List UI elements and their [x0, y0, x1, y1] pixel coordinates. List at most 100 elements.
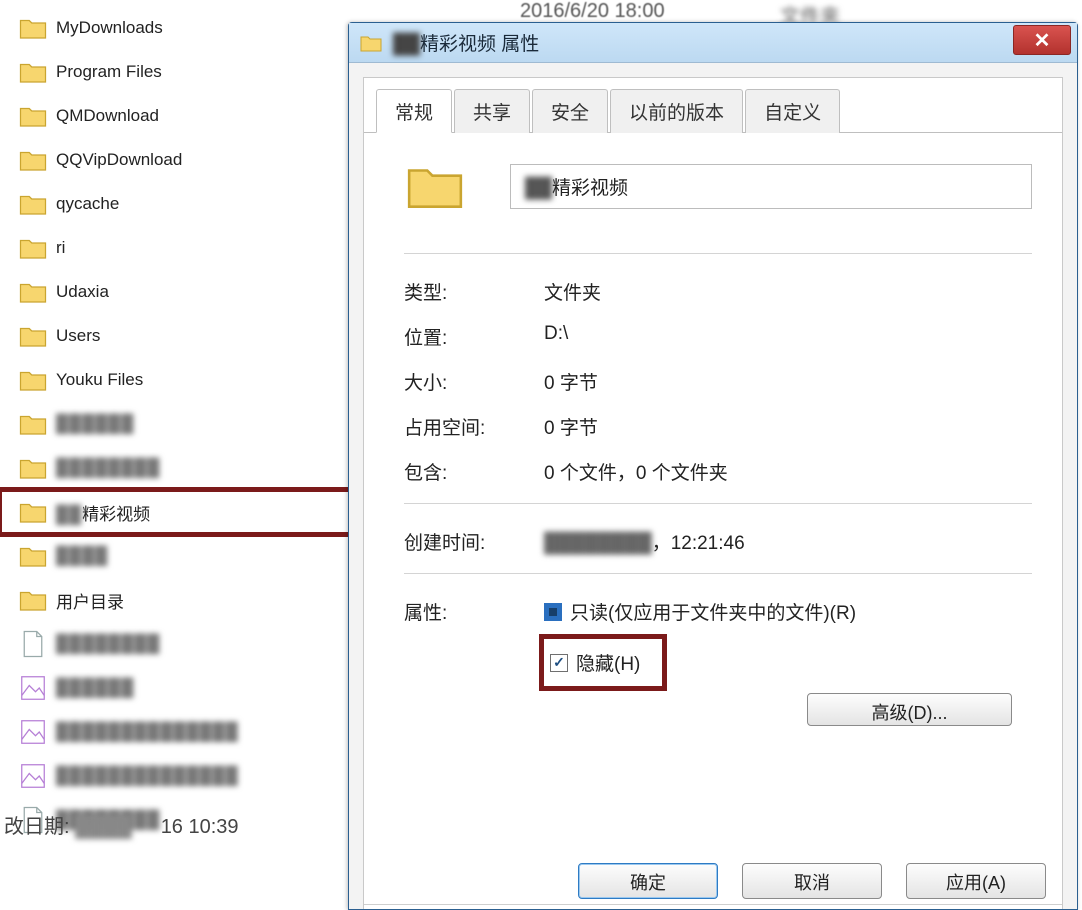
folder-list-item[interactable]: QQVipDownload	[0, 138, 350, 182]
folder-list-item[interactable]: ████	[0, 534, 350, 578]
separator	[404, 573, 1032, 574]
contains-value: 0 个文件，0 个文件夹	[544, 458, 728, 485]
folder-list-label: ████████	[56, 634, 160, 654]
dialog-titlebar[interactable]: ██精彩视频 属性 ✕	[349, 23, 1077, 63]
separator	[404, 253, 1032, 254]
image-icon	[18, 717, 48, 747]
folder-list-item[interactable]: ██████████████	[0, 754, 350, 798]
folder-list-label: MyDownloads	[56, 18, 163, 38]
folder-list-item[interactable]: qycache	[0, 182, 350, 226]
location-label: 位置:	[404, 323, 544, 350]
folder-icon	[18, 585, 48, 615]
status-bar: 改日期: ████ 16 10:39	[0, 810, 239, 839]
folder-list-item[interactable]: ████████	[0, 622, 350, 666]
folder-icon	[18, 453, 48, 483]
folder-icon	[18, 101, 48, 131]
created-label: 创建时间:	[404, 528, 544, 555]
folder-list-item[interactable]: ████████	[0, 446, 350, 490]
folder-list-item[interactable]: MyDownloads	[0, 6, 350, 50]
readonly-label: 只读(仅应用于文件夹中的文件)(R)	[570, 598, 856, 625]
folder-icon	[18, 541, 48, 571]
folder-icon	[18, 57, 48, 87]
folder-name-input[interactable]: ██精彩视频	[510, 164, 1032, 209]
tab-2[interactable]: 安全	[532, 89, 608, 133]
hidden-checkbox-highlight: 隐藏(H)	[544, 639, 662, 686]
folder-icon	[359, 31, 383, 55]
dialog-title: ██精彩视频 属性	[393, 29, 539, 56]
advanced-button[interactable]: 高级(D)...	[807, 693, 1012, 726]
folder-list-label: QQVipDownload	[56, 150, 182, 170]
folder-list-item[interactable]: Youku Files	[0, 358, 350, 402]
status-blur: ████	[75, 816, 155, 839]
folder-icon	[18, 497, 48, 527]
folder-list-item[interactable]: Users	[0, 314, 350, 358]
contains-label: 包含:	[404, 458, 544, 485]
folder-list-label: qycache	[56, 194, 119, 214]
location-value: D:\	[544, 323, 568, 350]
folder-list-label: Users	[56, 326, 100, 346]
properties-dialog: ██精彩视频 属性 ✕ 常规共享安全以前的版本自定义 ██精彩视频 类型:文件夹…	[348, 22, 1078, 910]
background-date-hint: 2016/6/20 18:00	[520, 0, 665, 23]
separator	[404, 503, 1032, 504]
folder-list-item[interactable]: QMDownload	[0, 94, 350, 138]
folder-list-label: Program Files	[56, 62, 162, 82]
folder-list-item[interactable]: ██████	[0, 402, 350, 446]
image-icon	[18, 761, 48, 791]
apply-button[interactable]: 应用(A)	[906, 863, 1046, 899]
tab-bar: 常规共享安全以前的版本自定义	[364, 88, 1062, 133]
folder-list-label: Udaxia	[56, 282, 109, 302]
folder-list-label: ██████████████	[56, 766, 239, 786]
folder-list-item[interactable]: Udaxia	[0, 270, 350, 314]
hidden-label: 隐藏(H)	[576, 649, 640, 676]
folder-list-label: ██████████████	[56, 722, 239, 742]
disk-size-value: 0 字节	[544, 413, 598, 440]
folder-list-label: ri	[56, 238, 65, 258]
attributes-label: 属性:	[404, 598, 544, 686]
tab-3[interactable]: 以前的版本	[610, 89, 743, 133]
folder-list: MyDownloads Program Files QMDownload QQVipD…	[0, 0, 350, 842]
separator	[364, 904, 1062, 905]
size-value: 0 字节	[544, 368, 598, 395]
folder-icon	[18, 277, 48, 307]
folder-list-item[interactable]: ri	[0, 226, 350, 270]
folder-icon	[18, 321, 48, 351]
folder-list-label: 用户目录	[56, 588, 124, 613]
tab-0[interactable]: 常规	[376, 89, 452, 133]
file-icon	[18, 629, 48, 659]
folder-list-item[interactable]: 用户目录	[0, 578, 350, 622]
image-icon	[18, 673, 48, 703]
folder-icon	[18, 145, 48, 175]
readonly-checkbox[interactable]	[544, 603, 562, 621]
folder-icon	[18, 365, 48, 395]
folder-list-item[interactable]: ██████████████	[0, 710, 350, 754]
cancel-button[interactable]: 取消	[742, 863, 882, 899]
folder-large-icon	[404, 155, 466, 217]
disk-size-label: 占用空间:	[404, 413, 544, 440]
folder-list-item[interactable]: ██████	[0, 666, 350, 710]
hidden-checkbox[interactable]	[550, 654, 568, 672]
folder-icon	[18, 409, 48, 439]
folder-list-item[interactable]: ██精彩视频	[0, 490, 350, 534]
folder-list-label: Youku Files	[56, 370, 143, 390]
tab-content-general: ██精彩视频 类型:文件夹 位置:D:\ 大小:0 字节 占用空间:0 字节 包…	[364, 133, 1062, 686]
folder-list-label: ██████	[56, 414, 134, 434]
ok-button[interactable]: 确定	[578, 863, 718, 899]
readonly-checkbox-row[interactable]: 只读(仅应用于文件夹中的文件)(R)	[544, 598, 1032, 625]
dialog-inner: 常规共享安全以前的版本自定义 ██精彩视频 类型:文件夹 位置:D:\ 大小:0…	[363, 77, 1063, 909]
close-button[interactable]: ✕	[1013, 25, 1071, 55]
status-prefix: 改日期:	[4, 816, 70, 838]
folder-icon	[18, 189, 48, 219]
tab-1[interactable]: 共享	[454, 89, 530, 133]
dialog-button-bar: 确定 取消 应用(A)	[578, 863, 1046, 899]
folder-icon	[18, 233, 48, 263]
folder-icon	[18, 13, 48, 43]
tab-4[interactable]: 自定义	[745, 89, 840, 133]
folder-list-label: ██精彩视频	[56, 500, 150, 525]
status-suffix: 16 10:39	[161, 816, 239, 838]
type-label: 类型:	[404, 278, 544, 305]
created-value: ████████，12:21:46	[544, 528, 745, 555]
folder-list-item[interactable]: Program Files	[0, 50, 350, 94]
folder-list-label: QMDownload	[56, 106, 159, 126]
folder-list-label: ████	[56, 546, 108, 566]
type-value: 文件夹	[544, 278, 601, 305]
